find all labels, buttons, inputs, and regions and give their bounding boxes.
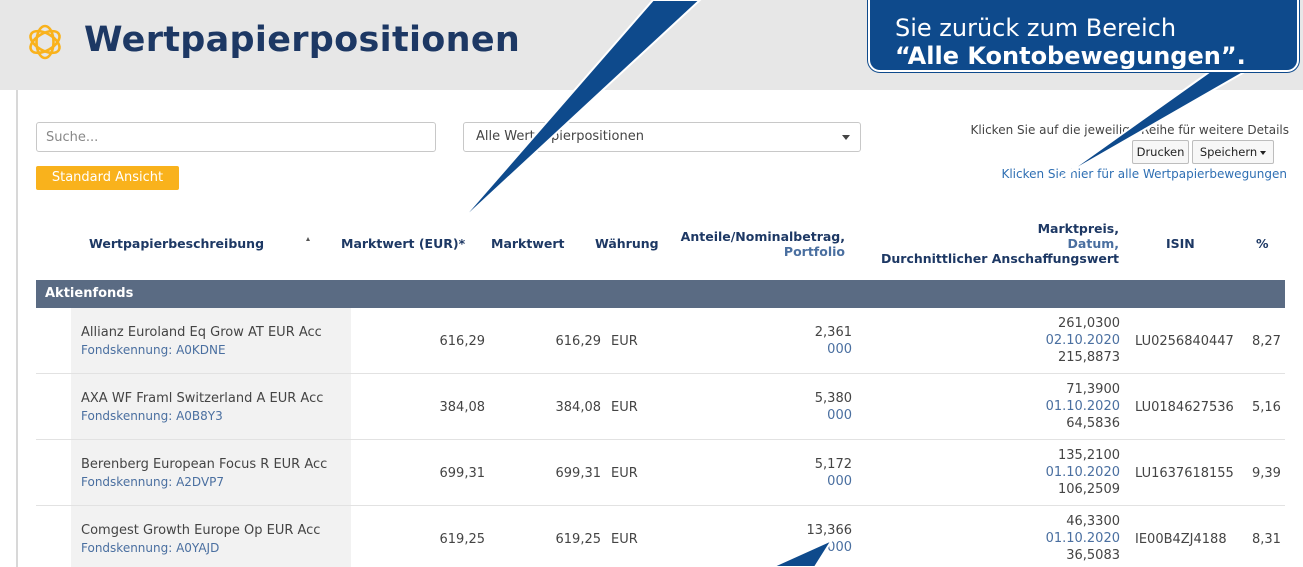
name-cell (71, 308, 351, 373)
units: 2,361 (814, 325, 852, 340)
market-price: 135,2100 (1057, 448, 1120, 463)
avg-cost: 64,5836 (1066, 416, 1120, 431)
fund-id: Fondskennung: A0YAJD (81, 541, 220, 555)
market-value-eur: 384,08 (439, 400, 486, 415)
portfolio: 000 (827, 540, 852, 555)
table-row[interactable]: Berenberg European Focus R EUR Acc Fonds… (36, 440, 1285, 506)
avg-cost: 215,8873 (1057, 350, 1120, 365)
price-date: 02.10.2020 (1045, 333, 1120, 348)
percent: 8,27 (1252, 334, 1281, 349)
save-button-label: Speichern (1199, 145, 1258, 159)
avg-cost: 36,5083 (1066, 548, 1120, 563)
group-header-aktienfonds[interactable]: Aktienfonds (36, 280, 1285, 308)
isin: IE00B4ZJ4188 (1135, 532, 1227, 547)
print-button[interactable]: Drucken (1132, 140, 1189, 164)
units: 5,172 (814, 457, 852, 472)
standard-view-button[interactable]: Standard Ansicht (36, 166, 179, 190)
security-name: Comgest Growth Europe Op EUR Acc (81, 523, 321, 538)
all-movements-link[interactable]: Klicken Sie hier für alle Wertpapierbewe… (1001, 167, 1287, 181)
callout-line2: “Alle Kontobewegungen”. (895, 42, 1246, 70)
col-market-value[interactable]: Marktwert (491, 236, 565, 251)
portfolio: 000 (827, 342, 852, 357)
col-units-line1: Anteile/Nominalbetrag, (680, 229, 845, 244)
row-click-hint: Klicken Sie auf die jeweilige Reihe für … (970, 123, 1289, 137)
portfolio: 000 (827, 474, 852, 489)
col-units[interactable]: Anteile/Nominalbetrag, Portfolio (681, 229, 845, 259)
price-date: 01.10.2020 (1045, 531, 1120, 546)
col-percent[interactable]: % (1256, 236, 1269, 251)
col-market-value-eur[interactable]: Marktwert (EUR)* (341, 236, 465, 251)
col-market-price[interactable]: Marktpreis, Datum, Durchnittlicher Ansch… (881, 221, 1119, 266)
col-units-line2: Portfolio (783, 244, 845, 259)
units: 13,366 (806, 523, 853, 538)
position-filter-value: Alle Wertpapierpositionen (476, 129, 644, 144)
market-price: 71,3900 (1066, 382, 1120, 397)
save-button[interactable]: Speichern (1192, 140, 1274, 164)
currency: EUR (611, 400, 638, 415)
position-filter-select[interactable]: Alle Wertpapierpositionen (463, 122, 861, 152)
market-price: 261,0300 (1057, 316, 1120, 331)
callout-line1: Sie zurück zum Bereich (895, 14, 1177, 42)
units: 5,380 (814, 391, 852, 406)
market-value: 384,08 (555, 400, 602, 415)
sort-ascending-icon[interactable] (306, 237, 310, 241)
col-price-line2: Datum, (1067, 236, 1119, 251)
price-date: 01.10.2020 (1045, 399, 1120, 414)
search-input[interactable] (36, 122, 436, 152)
table-row[interactable]: Allianz Euroland Eq Grow AT EUR Acc Fond… (36, 308, 1285, 374)
avg-cost: 106,2509 (1057, 482, 1120, 497)
market-value-eur: 616,29 (439, 334, 486, 349)
market-price: 46,3300 (1066, 514, 1120, 529)
isin: LU1637618155 (1135, 466, 1234, 481)
security-name: Allianz Euroland Eq Grow AT EUR Acc (81, 325, 322, 340)
percent: 9,39 (1252, 466, 1281, 481)
isin: LU0256840447 (1135, 334, 1234, 349)
save-caret-icon (1260, 150, 1267, 155)
currency: EUR (611, 532, 638, 547)
table-row[interactable]: Comgest Growth Europe Op EUR Acc Fondske… (36, 506, 1285, 567)
tutorial-callout: Sie zurück zum Bereich “Alle Kontobewegu… (868, 0, 1299, 72)
logo-icon (29, 24, 61, 60)
market-value: 616,29 (555, 334, 602, 349)
market-value-eur: 619,25 (439, 532, 486, 547)
currency: EUR (611, 466, 638, 481)
table-row[interactable]: AXA WF Framl Switzerland A EUR Acc Fonds… (36, 374, 1285, 440)
isin: LU0184627536 (1135, 400, 1234, 415)
page-title: Wertpapierpositionen (84, 20, 521, 60)
left-divider (16, 90, 18, 567)
currency: EUR (611, 334, 638, 349)
market-value-eur: 699,31 (439, 466, 486, 481)
col-price-line1: Marktpreis, (1037, 221, 1119, 236)
percent: 8,31 (1252, 532, 1281, 547)
percent: 5,16 (1252, 400, 1281, 415)
col-description[interactable]: Wertpapierbeschreibung (89, 236, 264, 251)
portfolio: 000 (827, 408, 852, 423)
col-isin[interactable]: ISIN (1166, 236, 1195, 251)
dropdown-caret-icon (842, 135, 850, 140)
security-name: Berenberg European Focus R EUR Acc (81, 457, 328, 472)
market-value: 619,25 (555, 532, 602, 547)
name-cell (71, 440, 351, 505)
col-currency[interactable]: Währung (595, 236, 659, 251)
name-cell (71, 374, 351, 439)
security-name: AXA WF Framl Switzerland A EUR Acc (81, 391, 324, 406)
fund-id: Fondskennung: A0KDNE (81, 343, 226, 357)
fund-id: Fondskennung: A2DVP7 (81, 475, 225, 489)
col-price-line3: Durchnittlicher Anschaffungswert (881, 251, 1119, 266)
market-value: 699,31 (555, 466, 602, 481)
price-date: 01.10.2020 (1045, 465, 1120, 480)
fund-id: Fondskennung: A0B8Y3 (81, 409, 223, 423)
